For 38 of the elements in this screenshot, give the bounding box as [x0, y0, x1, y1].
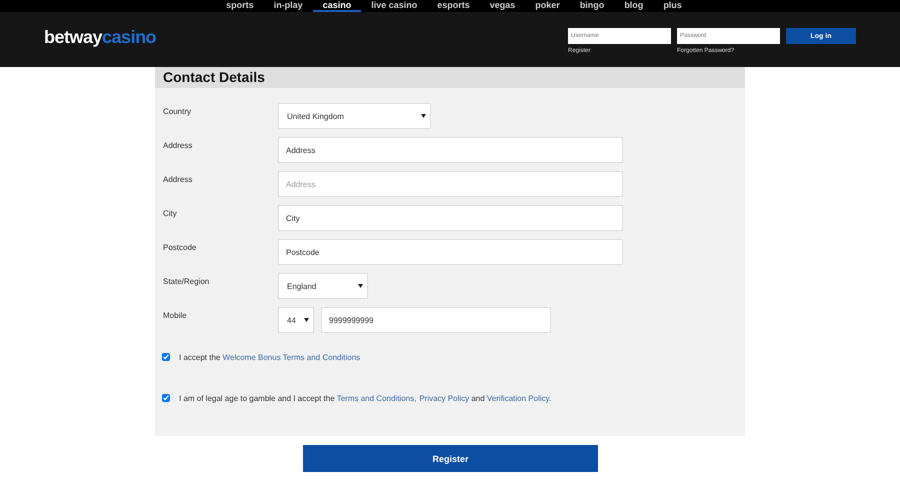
- field-label: Address: [162, 174, 194, 186]
- dropdown[interactable]: United Kingdom: [278, 103, 431, 129]
- input-field[interactable]: Address: [278, 171, 623, 197]
- section-title: Contact Details: [163, 69, 265, 86]
- field-label: Mobile: [162, 310, 188, 322]
- dial-code-dropdown[interactable]: 44: [278, 307, 314, 333]
- caret-icon: [304, 318, 309, 322]
- agreement-text: I am of legal age to gamble and I accept the Terms and Conditions, Privacy Policy and Verification Policy.: [179, 394, 552, 402]
- terms-link[interactable]: Terms and Conditions,: [336, 394, 416, 402]
- nav-tab[interactable]: bingo: [570, 0, 614, 12]
- dropdown[interactable]: England: [278, 273, 368, 299]
- nav-tab[interactable]: esports: [427, 0, 480, 12]
- nav-tab[interactable]: plus: [653, 0, 692, 12]
- caret-icon: [358, 284, 363, 288]
- phone-field[interactable]: 9999999999: [321, 307, 551, 333]
- nav-tab[interactable]: vegas: [480, 0, 526, 12]
- nav-tab[interactable]: in-play: [264, 0, 313, 12]
- field-label: Country: [162, 106, 192, 118]
- terms-link[interactable]: Privacy Policy: [419, 394, 470, 402]
- checkbox[interactable]: [162, 394, 170, 402]
- field-label: Address: [162, 140, 194, 152]
- nav-tab[interactable]: sports: [216, 0, 264, 12]
- terms-link[interactable]: Verification Policy: [486, 394, 550, 402]
- field-label: Postcode: [162, 242, 198, 254]
- logo[interactable]: betwaycasino: [44, 27, 156, 49]
- nav-tab[interactable]: live casino: [361, 0, 428, 12]
- agreement-text: I accept the Welcome Bonus Terms and Conditions: [179, 352, 360, 362]
- input-field[interactable]: Postcode: [278, 239, 623, 265]
- field-label: City: [162, 208, 178, 220]
- nav-tab[interactable]: poker: [525, 0, 570, 12]
- caret-icon: [421, 114, 426, 118]
- input-field[interactable]: City: [278, 205, 623, 231]
- terms-link[interactable]: Welcome Bonus Terms and Conditions: [222, 352, 360, 362]
- checkbox[interactable]: [162, 353, 170, 361]
- register-button[interactable]: Register: [303, 445, 598, 472]
- input-field[interactable]: Address: [278, 137, 623, 163]
- field-label: State/Region: [162, 276, 210, 288]
- nav-tab[interactable]: blog: [614, 0, 654, 12]
